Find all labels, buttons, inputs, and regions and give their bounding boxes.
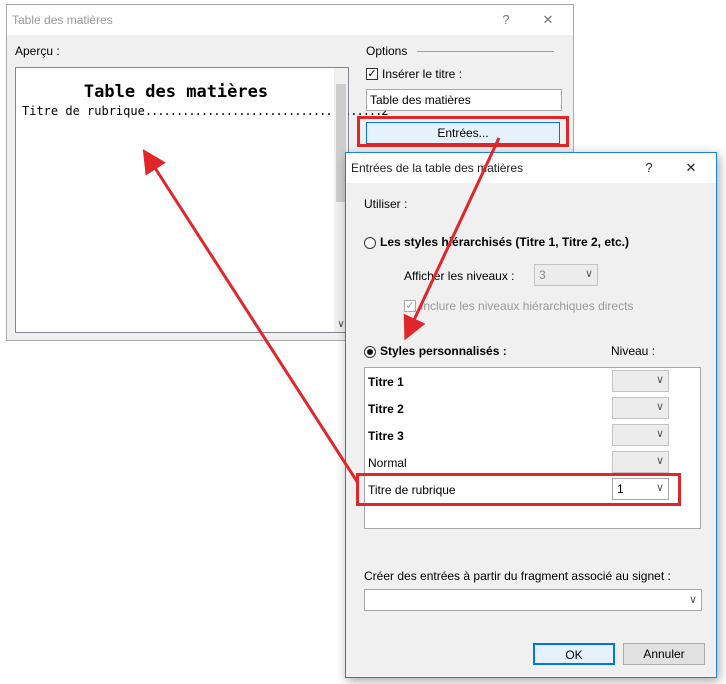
- style-level-select[interactable]: ∨: [612, 370, 669, 392]
- help-icon[interactable]: ?: [487, 5, 525, 35]
- custom-styles-radio[interactable]: [364, 346, 376, 358]
- insert-title-label: Insérer le titre :: [382, 67, 463, 81]
- show-levels-select: 3 ∨: [534, 264, 598, 286]
- level-header: Niveau :: [611, 344, 656, 358]
- preview-box: Table des matières Titre de rubrique....…: [15, 67, 389, 333]
- style-name: Titre 2: [368, 402, 404, 416]
- style-name: Normal: [368, 456, 407, 470]
- chevron-down-icon: ∨: [584, 268, 593, 280]
- chevron-down-icon: ∨: [688, 594, 697, 606]
- chevron-down-icon: ∨: [655, 401, 664, 413]
- bookmark-label: Créer des entrées à partir du fragment a…: [364, 569, 671, 583]
- preview-entry-text: Titre de rubrique: [22, 104, 145, 118]
- toc-entries-dialog: Entrées de la table des matières ? ✕ Uti…: [345, 152, 717, 678]
- include-direct-levels-label: Inclure les niveaux hiérarchiques direct…: [420, 299, 634, 313]
- bookmark-select[interactable]: ∨: [364, 589, 702, 611]
- close-icon[interactable]: ✕: [672, 153, 710, 183]
- style-row[interactable]: Titre 1 ∨: [365, 368, 700, 395]
- style-name: Titre 3: [368, 429, 404, 443]
- style-level-select[interactable]: ∨: [612, 424, 669, 446]
- custom-styles-label: Styles personnalisés :: [380, 344, 507, 358]
- rubrique-highlight-box: [356, 473, 681, 506]
- cancel-button[interactable]: Annuler: [623, 643, 705, 665]
- title-input[interactable]: Table des matières: [366, 89, 562, 111]
- toc-dialog-titlebar: Table des matières ? ✕: [7, 5, 573, 35]
- preview-label: Aperçu :: [15, 44, 60, 58]
- include-direct-levels-checkbox: ✓: [404, 300, 416, 312]
- style-level-select[interactable]: ∨: [612, 451, 669, 473]
- title-input-value: Table des matières: [370, 93, 471, 107]
- options-divider: [417, 51, 554, 52]
- use-label: Utiliser :: [364, 197, 408, 211]
- chevron-down-icon: ∨: [655, 374, 664, 386]
- options-label: Options: [366, 44, 408, 58]
- style-row[interactable]: Normal ∨: [365, 449, 700, 476]
- chevron-down-icon: ∨: [655, 455, 664, 467]
- style-row[interactable]: Titre 2 ∨: [365, 395, 700, 422]
- entries-dialog-title: Entrées de la table des matières: [351, 161, 524, 175]
- entries-dialog-titlebar: Entrées de la table des matières ? ✕: [346, 153, 716, 183]
- hierarchical-styles-radio[interactable]: [364, 237, 376, 249]
- chevron-down-icon: ∨: [655, 428, 664, 440]
- style-level-select[interactable]: ∨: [612, 397, 669, 419]
- preview-heading: Table des matières: [83, 82, 269, 102]
- style-row[interactable]: Titre 3 ∨: [365, 422, 700, 449]
- close-icon[interactable]: ✕: [529, 5, 567, 35]
- style-name: Titre 1: [368, 375, 404, 389]
- help-icon[interactable]: ?: [630, 153, 668, 183]
- toc-dialog-title: Table des matières: [12, 13, 113, 27]
- entries-highlight-box: [357, 116, 569, 147]
- ok-button[interactable]: OK: [533, 643, 615, 665]
- hierarchical-styles-label: Les styles hiérarchisés (Titre 1, Titre …: [380, 235, 630, 249]
- show-levels-label: Afficher les niveaux :: [404, 269, 515, 283]
- show-levels-value: 3: [539, 268, 546, 282]
- insert-title-checkbox[interactable]: ✓: [366, 68, 378, 80]
